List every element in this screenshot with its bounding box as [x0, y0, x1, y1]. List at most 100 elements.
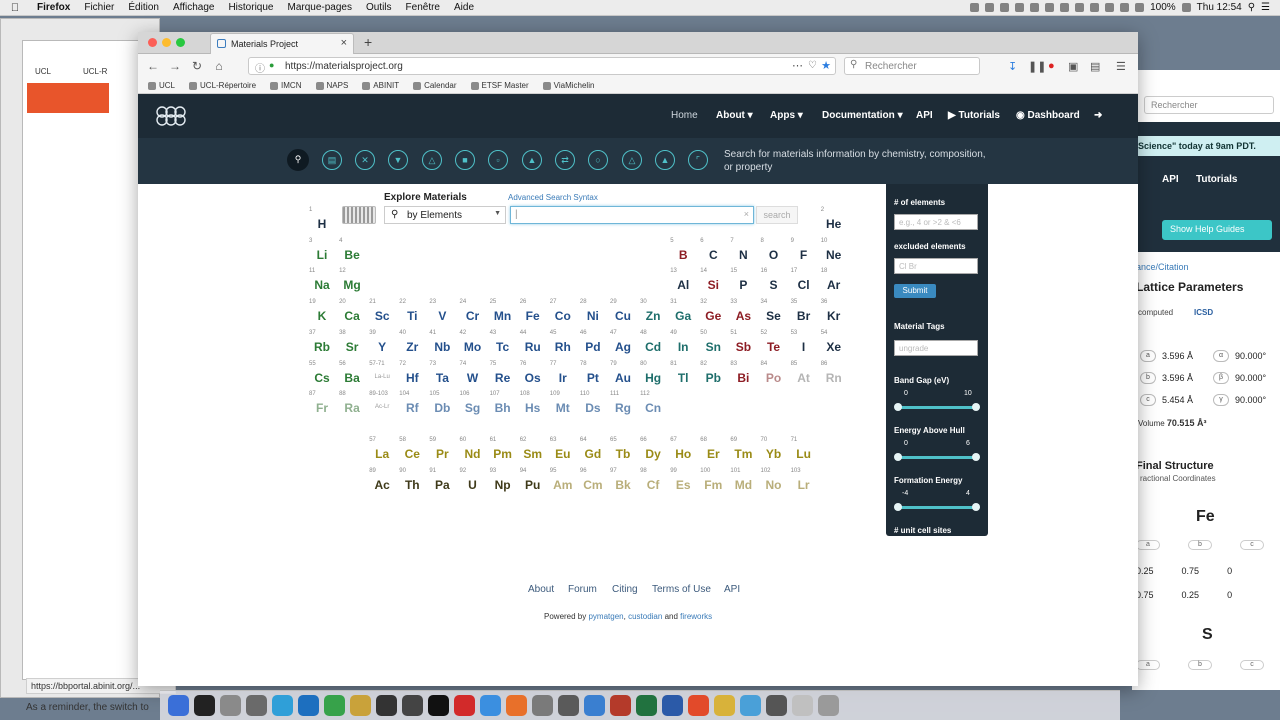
- element-cell[interactable]: 51 Sb: [728, 330, 758, 360]
- tab-materials-project[interactable]: Materials Project ×: [210, 33, 354, 54]
- footer-terms[interactable]: Terms of Use: [652, 584, 711, 595]
- element-cell[interactable]: 2 He: [819, 207, 849, 237]
- element-cell[interactable]: 88 Ra: [337, 391, 367, 421]
- band-gap-slider[interactable]: [894, 403, 980, 411]
- element-cell[interactable]: 106 Sg: [458, 391, 488, 421]
- element-cell[interactable]: 57 La: [367, 437, 397, 467]
- element-cell[interactable]: 103 Lr: [789, 468, 819, 498]
- element-cell[interactable]: 80 Hg: [638, 361, 668, 391]
- nav-about[interactable]: About ▾: [716, 110, 753, 121]
- extension-icon[interactable]: ▤: [1090, 60, 1100, 73]
- element-cell[interactable]: 99 Es: [668, 468, 698, 498]
- element-cell[interactable]: 111 Rg: [608, 391, 638, 421]
- element-cell[interactable]: 64 Gd: [578, 437, 608, 467]
- advanced-search-link[interactable]: Advanced Search Syntax: [508, 193, 598, 202]
- element-cell[interactable]: 4 Be: [337, 238, 367, 268]
- chart-icon[interactable]: ⌜: [688, 150, 708, 170]
- url-bar[interactable]: ⓘ ● https://materialsproject.org ⋯ ♡ ★: [248, 57, 836, 75]
- element-cell[interactable]: 86 Rn: [819, 361, 849, 391]
- nav-tutorials[interactable]: ▶ Tutorials: [948, 110, 1000, 121]
- element-cell[interactable]: 78 Pt: [578, 361, 608, 391]
- element-cell[interactable]: 53 I: [789, 330, 819, 360]
- element-cell[interactable]: 62 Sm: [518, 437, 548, 467]
- powerpoint-icon[interactable]: [610, 695, 631, 716]
- menu-icon[interactable]: ☰: [1116, 60, 1126, 73]
- element-cell[interactable]: 19 K: [307, 299, 337, 329]
- citation-link[interactable]: ance/Citation: [1136, 262, 1189, 272]
- acrobat-icon[interactable]: [454, 695, 475, 716]
- element-cell[interactable]: 12 Mg: [337, 268, 367, 298]
- wifi-icon[interactable]: [1105, 3, 1115, 12]
- element-cell[interactable]: 87 Fr: [307, 391, 337, 421]
- element-cell[interactable]: 8O: [759, 238, 789, 268]
- element-cell[interactable]: 79 Au: [608, 361, 638, 391]
- tray-icon[interactable]: [970, 3, 980, 12]
- element-cell[interactable]: 21 Sc: [367, 299, 397, 329]
- footer-about[interactable]: About: [528, 584, 554, 595]
- battery-percent[interactable]: 100%: [1150, 2, 1176, 13]
- element-cell[interactable]: 15 P: [728, 268, 758, 298]
- periodic-table-toggle-icon[interactable]: [342, 206, 376, 224]
- pocket-icon[interactable]: ♡: [808, 60, 817, 71]
- element-cell[interactable]: 59 Pr: [427, 437, 457, 467]
- bookmark-ucl[interactable]: UCL: [35, 67, 51, 76]
- bg-search-input[interactable]: Rechercher: [1144, 96, 1274, 114]
- app-icon[interactable]: [766, 695, 787, 716]
- element-cell[interactable]: 13 Al: [668, 268, 698, 298]
- element-cell[interactable]: 22 Ti: [397, 299, 427, 329]
- sidebar-icon[interactable]: ▣: [1068, 60, 1078, 73]
- element-cell[interactable]: 73 Ta: [427, 361, 457, 391]
- element-cell[interactable]: 74 W: [458, 361, 488, 391]
- element-cell[interactable]: 16 S: [759, 268, 789, 298]
- spotlight-icon[interactable]: ⚲: [1248, 2, 1255, 13]
- list-icon[interactable]: ☰: [1261, 2, 1270, 13]
- materials-project-logo[interactable]: [152, 102, 190, 130]
- element-cell[interactable]: 108 Hs: [518, 391, 548, 421]
- trash-icon[interactable]: [818, 695, 839, 716]
- firefox-icon[interactable]: [506, 695, 527, 716]
- element-cell[interactable]: 24 Cr: [458, 299, 488, 329]
- launchpad-icon[interactable]: [246, 695, 267, 716]
- terminal-icon[interactable]: [194, 695, 215, 716]
- element-cell[interactable]: 85 At: [789, 361, 819, 391]
- element-cell[interactable]: 68 Er: [698, 437, 728, 467]
- element-cell[interactable]: 10 Ne: [819, 238, 849, 268]
- tray-icon[interactable]: [1015, 3, 1025, 12]
- custodian-link[interactable]: custodian: [628, 612, 662, 621]
- clear-icon[interactable]: ×: [744, 209, 749, 219]
- element-cell[interactable]: 66 Dy: [638, 437, 668, 467]
- element-cell[interactable]: 91 Pa: [427, 468, 457, 498]
- element-cell[interactable]: 7N: [728, 238, 758, 268]
- computed-tab[interactable]: computed: [1138, 308, 1173, 317]
- element-cell[interactable]: 6C: [698, 238, 728, 268]
- element-cell[interactable]: 77 Ir: [548, 361, 578, 391]
- element-cell[interactable]: 29 Cu: [608, 299, 638, 329]
- element-cell[interactable]: 84 Po: [759, 361, 789, 391]
- element-cell[interactable]: 96 Cm: [578, 468, 608, 498]
- fireworks-link[interactable]: fireworks: [680, 612, 712, 621]
- element-cell[interactable]: 25 Mn: [488, 299, 518, 329]
- back-icon[interactable]: ←: [142, 59, 164, 73]
- apple-menu-icon[interactable]: : [0, 2, 30, 14]
- element-cell[interactable]: 37 Rb: [307, 330, 337, 360]
- bookmark-ucl[interactable]: UCL: [148, 81, 175, 90]
- element-cell[interactable]: 11 Na: [307, 268, 337, 298]
- menu-history[interactable]: Historique: [221, 2, 280, 13]
- element-cell[interactable]: 70 Yb: [759, 437, 789, 467]
- word-icon[interactable]: [662, 695, 683, 716]
- logout-icon[interactable]: ➜: [1094, 110, 1102, 121]
- element-cell[interactable]: 20 Ca: [337, 299, 367, 329]
- menu-tools[interactable]: Outils: [359, 2, 399, 13]
- element-cell[interactable]: 35 Br: [789, 299, 819, 329]
- element-cell[interactable]: 63 Eu: [548, 437, 578, 467]
- element-cell[interactable]: 43 Tc: [488, 330, 518, 360]
- tray-icon[interactable]: [1030, 3, 1040, 12]
- search-button[interactable]: search: [756, 206, 798, 224]
- element-cell[interactable]: 34 Se: [759, 299, 789, 329]
- energy-above-hull-slider[interactable]: [894, 453, 980, 461]
- element-cell[interactable]: 45 Rh: [548, 330, 578, 360]
- element-cell[interactable]: 9F: [789, 238, 819, 268]
- element-cell[interactable]: 109 Mt: [548, 391, 578, 421]
- clock[interactable]: Thu 12:54: [1197, 2, 1242, 13]
- bg-nav-api[interactable]: API: [1162, 174, 1179, 185]
